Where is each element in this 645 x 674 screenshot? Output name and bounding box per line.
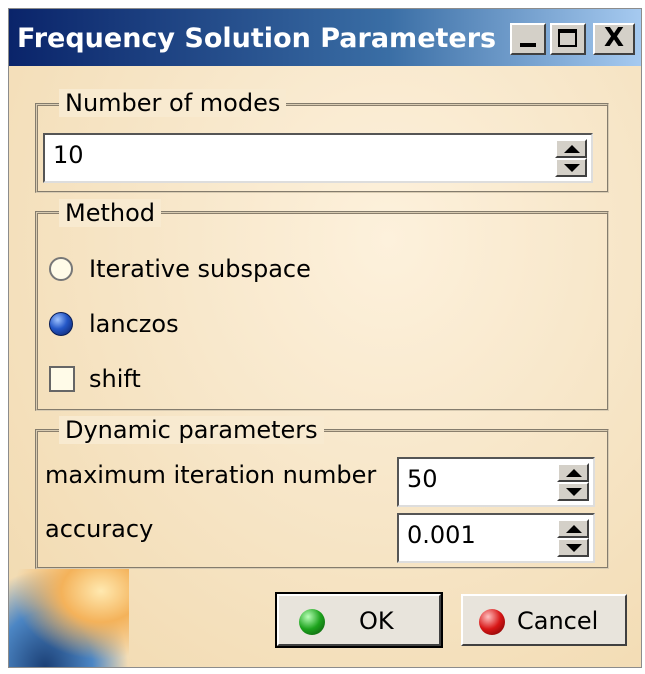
accuracy-value: 0.001 (407, 521, 476, 549)
minimize-button[interactable] (510, 23, 546, 55)
number-of-modes-legend: Number of modes (59, 89, 287, 117)
ok-button[interactable]: OK (275, 592, 443, 648)
minimize-icon (520, 43, 536, 47)
cancel-label: Cancel (517, 607, 599, 635)
window-title: Frequency Solution Parameters (17, 23, 497, 54)
frequency-solution-dialog: Frequency Solution Parameters X Number o… (8, 8, 642, 668)
ok-label: OK (359, 607, 394, 635)
title-bar[interactable]: Frequency Solution Parameters X (9, 9, 641, 66)
shift-checkbox[interactable] (49, 366, 75, 392)
radio-lanczos[interactable] (49, 312, 73, 336)
max-iteration-value: 50 (407, 465, 438, 493)
number-of-modes-field[interactable]: 10 (43, 133, 593, 183)
accuracy-spinner[interactable] (557, 519, 589, 557)
ok-icon (299, 609, 325, 635)
maximize-button[interactable] (550, 23, 586, 55)
spin-up-icon[interactable] (557, 519, 589, 538)
spin-down-icon[interactable] (555, 158, 587, 177)
cancel-icon (479, 609, 505, 635)
close-button[interactable]: X (593, 23, 635, 55)
accuracy-field[interactable]: 0.001 (397, 513, 595, 563)
number-of-modes-spinner[interactable] (555, 139, 587, 177)
max-iteration-label: maximum iteration number (45, 461, 377, 489)
radio-iterative-subspace[interactable] (49, 257, 73, 281)
max-iteration-spinner[interactable] (557, 463, 589, 501)
background-globe-art (9, 569, 129, 667)
max-iteration-field[interactable]: 50 (397, 457, 595, 507)
spin-down-icon[interactable] (557, 482, 589, 501)
spin-up-icon[interactable] (557, 463, 589, 482)
number-of-modes-value: 10 (53, 141, 84, 169)
spin-down-icon[interactable] (557, 538, 589, 557)
spin-up-icon[interactable] (555, 139, 587, 158)
dynamic-parameters-legend: Dynamic parameters (59, 416, 324, 444)
close-icon: X (603, 23, 625, 53)
cancel-button[interactable]: Cancel (461, 594, 627, 646)
lanczos-label[interactable]: lanczos (89, 310, 179, 338)
accuracy-label: accuracy (45, 515, 154, 543)
method-legend: Method (59, 199, 162, 227)
iterative-subspace-label[interactable]: Iterative subspace (89, 255, 311, 283)
maximize-icon (558, 29, 577, 47)
shift-label[interactable]: shift (89, 365, 141, 393)
